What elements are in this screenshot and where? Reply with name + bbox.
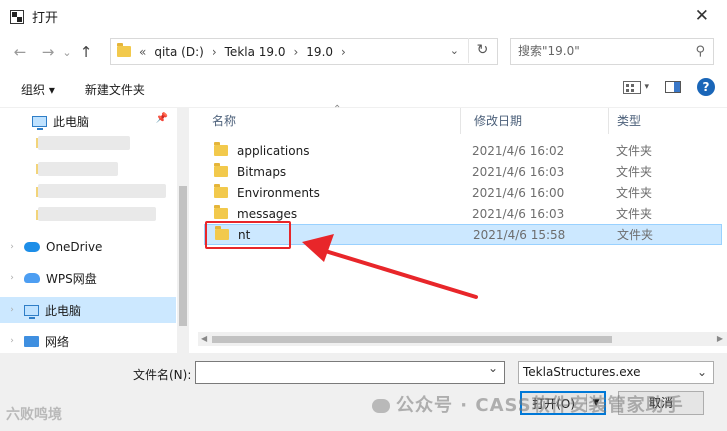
watermark-right: 公众号 · CASS软件安装管家助手: [372, 391, 684, 417]
watermark-left: 六败鸣境: [6, 407, 62, 423]
watermark-right-text: 公众号 · CASS软件安装管家助手: [396, 395, 684, 416]
filename-label: 文件名(N):: [133, 368, 192, 382]
file-type-filter-value: TeklaStructures.exe: [523, 365, 641, 379]
filename-input[interactable]: [195, 361, 505, 384]
file-type-filter-select[interactable]: TeklaStructures.exe ⌄: [518, 361, 714, 384]
wechat-icon: [372, 399, 390, 413]
chevron-down-icon[interactable]: ⌄: [697, 362, 707, 383]
